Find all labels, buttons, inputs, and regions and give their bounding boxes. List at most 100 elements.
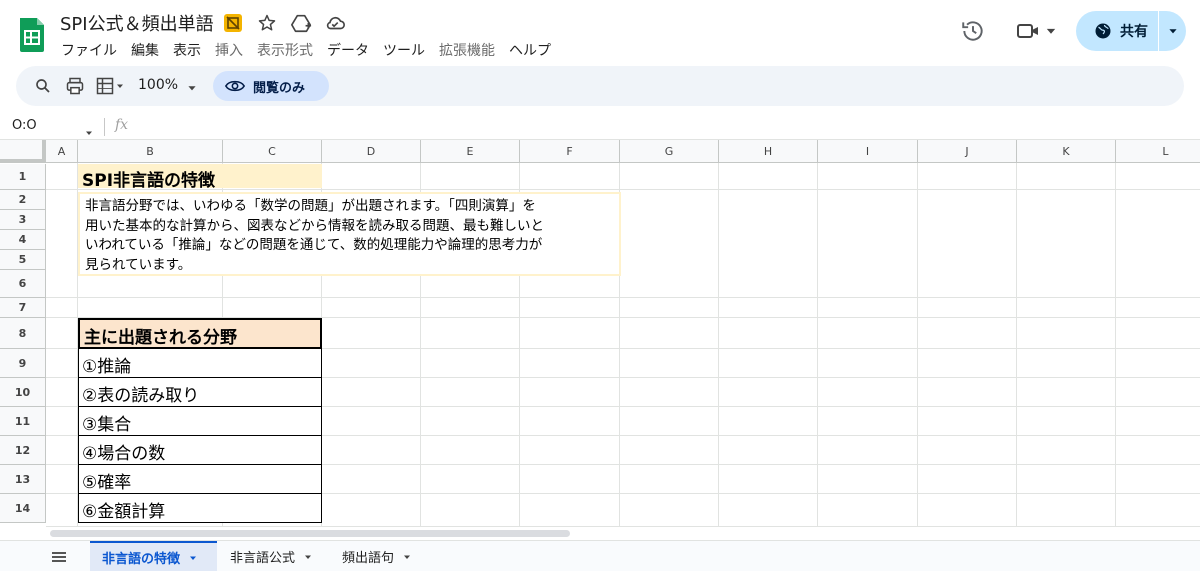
share-main-button[interactable]: 共有 (1076, 11, 1158, 51)
column-header[interactable]: A (46, 140, 78, 163)
row-header[interactable]: 5 (0, 250, 46, 270)
formula-bar: O:O fx (0, 114, 1200, 140)
sheets-logo-icon[interactable] (18, 16, 46, 52)
description-line: 用いた基本的な計算から、図表などから情報を読み取る問題、最も難しいと (85, 217, 544, 234)
row-header[interactable]: 6 (0, 270, 46, 298)
column-header[interactable]: D (322, 140, 421, 163)
gridline (46, 297, 1200, 298)
search-menus-icon[interactable] (32, 75, 54, 97)
sheet-tab-nongengo-features[interactable]: 非言語の特徴 (90, 541, 217, 571)
row-header[interactable]: 9 (0, 349, 46, 378)
gridline (1016, 163, 1017, 526)
caret-down-icon (117, 84, 123, 88)
column-header[interactable]: G (620, 140, 719, 163)
video-camera-icon (1017, 24, 1038, 38)
caret-down-icon (1046, 28, 1056, 34)
menu-help[interactable]: ヘルプ (502, 38, 558, 62)
column-header[interactable]: L (1116, 140, 1200, 163)
select-all-corner[interactable] (0, 140, 46, 163)
sheet-tab-label: 頻出語句 (342, 551, 395, 566)
menu-bar: ファイル 編集 表示 挿入 表示形式 データ ツール 拡張機能 ヘルプ (54, 38, 558, 62)
gridline (1115, 163, 1116, 526)
row-header[interactable]: 2 (0, 190, 46, 210)
share-button[interactable]: 共有 (1076, 11, 1186, 51)
move-to-drive-icon[interactable] (290, 12, 312, 34)
horizontal-scrollbar-thumb[interactable] (50, 530, 570, 537)
not-editable-badge-icon[interactable] (222, 12, 244, 34)
table-row[interactable]: ①推論 (78, 349, 322, 378)
menu-tools[interactable]: ツール (376, 38, 432, 62)
table-header-cell[interactable]: 主に出題される分野 (78, 318, 322, 349)
row-header[interactable]: 4 (0, 230, 46, 250)
spreadsheet-grid[interactable]: A B C D E F G H I J K L 1 2 3 4 5 6 7 8 … (0, 140, 1200, 526)
table-row[interactable]: ③集合 (78, 407, 322, 436)
view-only-label: 閲覧のみ (253, 80, 306, 96)
menu-view[interactable]: 表示 (166, 38, 208, 62)
row-header[interactable]: 13 (0, 465, 46, 494)
description-line: 見られています。 (85, 256, 192, 273)
row-header[interactable]: 12 (0, 436, 46, 465)
cloud-saved-icon[interactable] (324, 12, 346, 34)
freeze-icon[interactable] (92, 75, 128, 97)
column-header[interactable]: C (223, 140, 322, 163)
sheet-tab-label: 非言語の特徴 (102, 552, 181, 567)
gridline (718, 163, 719, 526)
fx-icon: fx (115, 117, 129, 133)
document-title[interactable]: SPI公式＆頻出単語 (60, 10, 214, 36)
description-cell[interactable]: 非言語分野では、いわゆる「数学の問題」が出題されます。「四則演算」を 用いた基本… (78, 192, 621, 276)
caret-down-icon (190, 556, 197, 560)
row-header[interactable]: 11 (0, 407, 46, 436)
menu-extensions[interactable]: 拡張機能 (432, 38, 502, 62)
sheet-tab-nongengo-formulas[interactable]: 非言語公式 (218, 541, 330, 571)
description-line: いわれている「推論」などの問題を通じて、数的処理能力や論理的思考力が (85, 237, 543, 253)
caret-down-icon (1168, 29, 1177, 34)
table-row[interactable]: ⑥金額計算 (78, 494, 322, 523)
gridline (817, 163, 818, 526)
caret-down-icon (404, 555, 411, 559)
version-history-icon[interactable] (960, 18, 986, 44)
sheet-tab-frequent-phrases[interactable]: 頻出語句 (330, 541, 428, 571)
column-header[interactable]: H (719, 140, 818, 163)
row-header[interactable]: 8 (0, 318, 46, 349)
menu-file[interactable]: ファイル (54, 38, 124, 62)
menu-format[interactable]: 表示形式 (250, 38, 320, 62)
row-header[interactable]: 1 (0, 164, 46, 190)
app-header: SPI公式＆頻出単語 ファイル 編集 表示 挿入 表示形式 データ ツール 拡張… (0, 0, 1200, 66)
row-header[interactable]: 10 (0, 378, 46, 407)
zoom-caret-icon[interactable] (186, 79, 198, 98)
share-options-button[interactable] (1159, 11, 1186, 51)
column-header[interactable]: K (1017, 140, 1116, 163)
menu-edit[interactable]: 編集 (124, 38, 166, 62)
gridline (46, 189, 1200, 190)
column-header[interactable]: F (520, 140, 620, 163)
meet-button[interactable] (1016, 16, 1064, 46)
toolbar: 100% 閲覧のみ (16, 66, 1184, 106)
gridline (917, 163, 918, 526)
menu-data[interactable]: データ (320, 38, 376, 62)
table-row[interactable]: ④場合の数 (78, 436, 322, 465)
row-header[interactable]: 7 (0, 298, 46, 318)
title-actions (222, 12, 346, 34)
sheet-tabs-bar: 非言語の特徴 非言語公式 頻出語句 (0, 540, 1200, 571)
row-header[interactable]: 14 (0, 494, 46, 523)
cell-b1-title[interactable]: SPI非言語の特徴 (78, 164, 322, 191)
view-only-button[interactable]: 閲覧のみ (213, 71, 329, 101)
column-header[interactable]: E (421, 140, 520, 163)
menu-insert[interactable]: 挿入 (208, 38, 250, 62)
row-header[interactable]: 3 (0, 210, 46, 230)
column-header[interactable]: J (918, 140, 1017, 163)
name-box[interactable]: O:O (12, 118, 82, 133)
star-icon[interactable] (256, 12, 278, 34)
print-icon[interactable] (64, 75, 86, 97)
globe-icon (1095, 23, 1111, 39)
column-header[interactable]: B (78, 140, 223, 163)
column-header[interactable]: I (818, 140, 918, 163)
zoom-level[interactable]: 100% (138, 77, 178, 93)
description-line: 非言語分野では、いわゆる「数学の問題」が出題されます。「四則演算」を (85, 198, 536, 214)
table-row[interactable]: ⑤確率 (78, 465, 322, 494)
table-row[interactable]: ②表の読み取り (78, 378, 322, 407)
all-sheets-menu-icon[interactable] (50, 549, 70, 565)
sheet-tab-label: 非言語公式 (230, 551, 296, 566)
eye-icon (225, 80, 245, 92)
share-label: 共有 (1120, 24, 1148, 40)
